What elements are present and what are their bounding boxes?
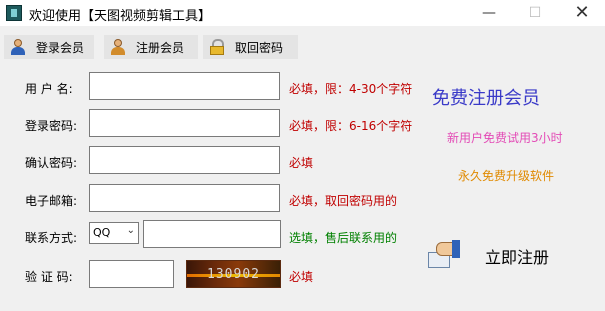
contact-input[interactable] <box>143 220 281 248</box>
login-member-button[interactable]: 登录会员 <box>4 35 94 59</box>
captcha-hint: 必填 <box>289 270 314 284</box>
email-input[interactable] <box>89 184 280 212</box>
app-icon <box>6 5 22 21</box>
minimize-button[interactable]: — <box>466 0 512 26</box>
register-now-button[interactable]: 立即注册 <box>426 236 576 276</box>
contact-label: 联系方式: <box>25 231 78 245</box>
maximize-button[interactable]: ☐ <box>512 0 558 26</box>
register-member-label: 注册会员 <box>136 40 185 55</box>
register-member-button[interactable]: 注册会员 <box>104 35 198 59</box>
window-title: 欢迎使用【天图视频剪辑工具】 <box>29 9 212 24</box>
username-label: 用 户 名: <box>25 82 73 96</box>
captcha-label: 验 证 码: <box>25 270 73 284</box>
login-member-label: 登录会员 <box>36 40 85 55</box>
toolbar: 登录会员 注册会员 取回密码 <box>0 32 605 60</box>
captcha-image[interactable]: 130902 <box>186 260 281 288</box>
promo-upgrade-text: 永久免费升级软件 <box>458 169 555 183</box>
password-label: 登录密码: <box>25 119 78 133</box>
recover-password-button[interactable]: 取回密码 <box>203 35 298 59</box>
username-input[interactable] <box>89 72 280 100</box>
confirm-password-input[interactable] <box>89 146 280 174</box>
close-button[interactable]: ✕ <box>559 0 605 26</box>
email-hint: 必填，取回密码用的 <box>289 194 398 208</box>
register-now-label: 立即注册 <box>485 248 550 267</box>
confirm-password-hint: 必填 <box>289 156 314 170</box>
confirm-password-label: 确认密码: <box>25 156 78 170</box>
hand-pointing-icon <box>426 238 462 270</box>
add-user-icon <box>110 39 126 55</box>
username-hint: 必填，限：4-30个字符 <box>289 82 413 96</box>
captcha-code: 130902 <box>207 267 260 282</box>
contact-hint: 选填，售后联系用的 <box>289 231 398 245</box>
contact-type-select[interactable]: QQ ⌄ <box>89 222 139 244</box>
promo-trial-text: 新用户免费试用3小时 <box>447 131 563 145</box>
chevron-down-icon: ⌄ <box>126 225 135 236</box>
email-label: 电子邮箱: <box>25 194 78 208</box>
password-input[interactable] <box>89 109 280 137</box>
promo-title: 免费注册会员 <box>432 88 540 109</box>
contact-type-value: QQ <box>93 226 111 239</box>
user-icon <box>10 39 26 55</box>
lock-icon <box>209 39 225 55</box>
title-bar: 欢迎使用【天图视频剪辑工具】 — ☐ ✕ <box>0 0 605 26</box>
password-hint: 必填，限：6-16个字符 <box>289 119 413 133</box>
captcha-input[interactable] <box>89 260 174 288</box>
recover-password-label: 取回密码 <box>235 40 284 55</box>
